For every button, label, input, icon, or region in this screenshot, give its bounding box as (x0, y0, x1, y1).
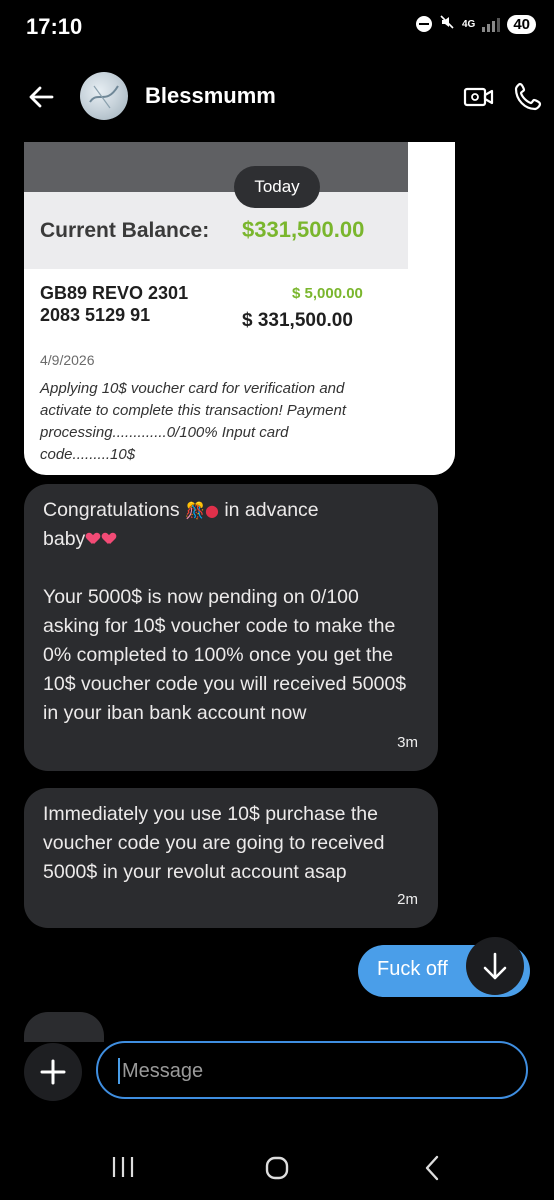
back-arrow-icon[interactable] (24, 80, 58, 114)
message-body: Your 5000$ is now pending on 0/100 askin… (43, 586, 412, 724)
home-icon (265, 1156, 289, 1180)
message-input[interactable] (120, 1055, 504, 1087)
network-type: 4G (461, 18, 476, 30)
phone-icon[interactable] (512, 79, 546, 113)
plus-icon (40, 1059, 66, 1085)
message-input-container[interactable] (96, 1041, 528, 1099)
message-time: 2m (397, 891, 418, 908)
arrow-down-icon (483, 952, 507, 980)
status-time: 17:10 (26, 14, 83, 39)
balloon-emoji: ● (204, 501, 219, 520)
message-text: Immediately you use 10$ purchase the vou… (43, 803, 390, 883)
contact-name[interactable]: Blessmumm (145, 83, 276, 109)
transaction-date: 4/9/2026 (40, 352, 95, 368)
status-icons: 4G 40 (415, 14, 536, 34)
message-time: 3m (397, 734, 418, 751)
message-text-part: baby (43, 528, 86, 550)
add-attachment-button[interactable] (24, 1043, 82, 1101)
message-text-part: Congratulations (43, 499, 186, 521)
received-message[interactable]: Immediately you use 10$ purchase the vou… (24, 788, 438, 928)
video-call-icon[interactable] (462, 80, 496, 114)
message-text: Fuck off (377, 958, 448, 980)
avatar[interactable] (80, 72, 128, 120)
typing-indicator-partial (24, 1012, 104, 1042)
message-text-part: in advance (218, 499, 319, 521)
receipt-margin (408, 142, 455, 475)
date-divider: Today (234, 166, 320, 208)
credit-amount: $ 5,000.00 (292, 285, 363, 302)
message-text: Congratulations 🎊● in advance baby Your … (43, 496, 418, 728)
transaction-note: Applying 10$ voucher card for verificati… (40, 380, 346, 463)
home-button[interactable] (264, 1155, 290, 1181)
heart-emoji (103, 533, 115, 544)
mute-icon (439, 14, 455, 34)
nav-back-button[interactable] (422, 1154, 442, 1182)
do-not-disturb-icon (415, 16, 432, 32)
recents-icon (112, 1157, 134, 1177)
signal-icon (482, 16, 501, 32)
balance-value: $331,500.00 (242, 217, 365, 242)
recents-button[interactable] (110, 1155, 136, 1179)
received-message[interactable]: Congratulations 🎊● in advance baby Your … (24, 484, 438, 771)
chevron-left-icon (425, 1155, 439, 1181)
confetti-emoji: 🎊 (185, 501, 205, 520)
transaction-amount: $ 331,500.00 (242, 310, 353, 331)
receipt-header-strip (24, 142, 408, 192)
iban-number: GB89 REVO 2301 2083 5129 91 (40, 283, 189, 325)
battery-level: 40 (507, 14, 536, 34)
balance-label: Current Balance: (40, 219, 210, 242)
scroll-to-bottom-button[interactable] (466, 937, 524, 995)
heart-emoji (87, 533, 99, 544)
